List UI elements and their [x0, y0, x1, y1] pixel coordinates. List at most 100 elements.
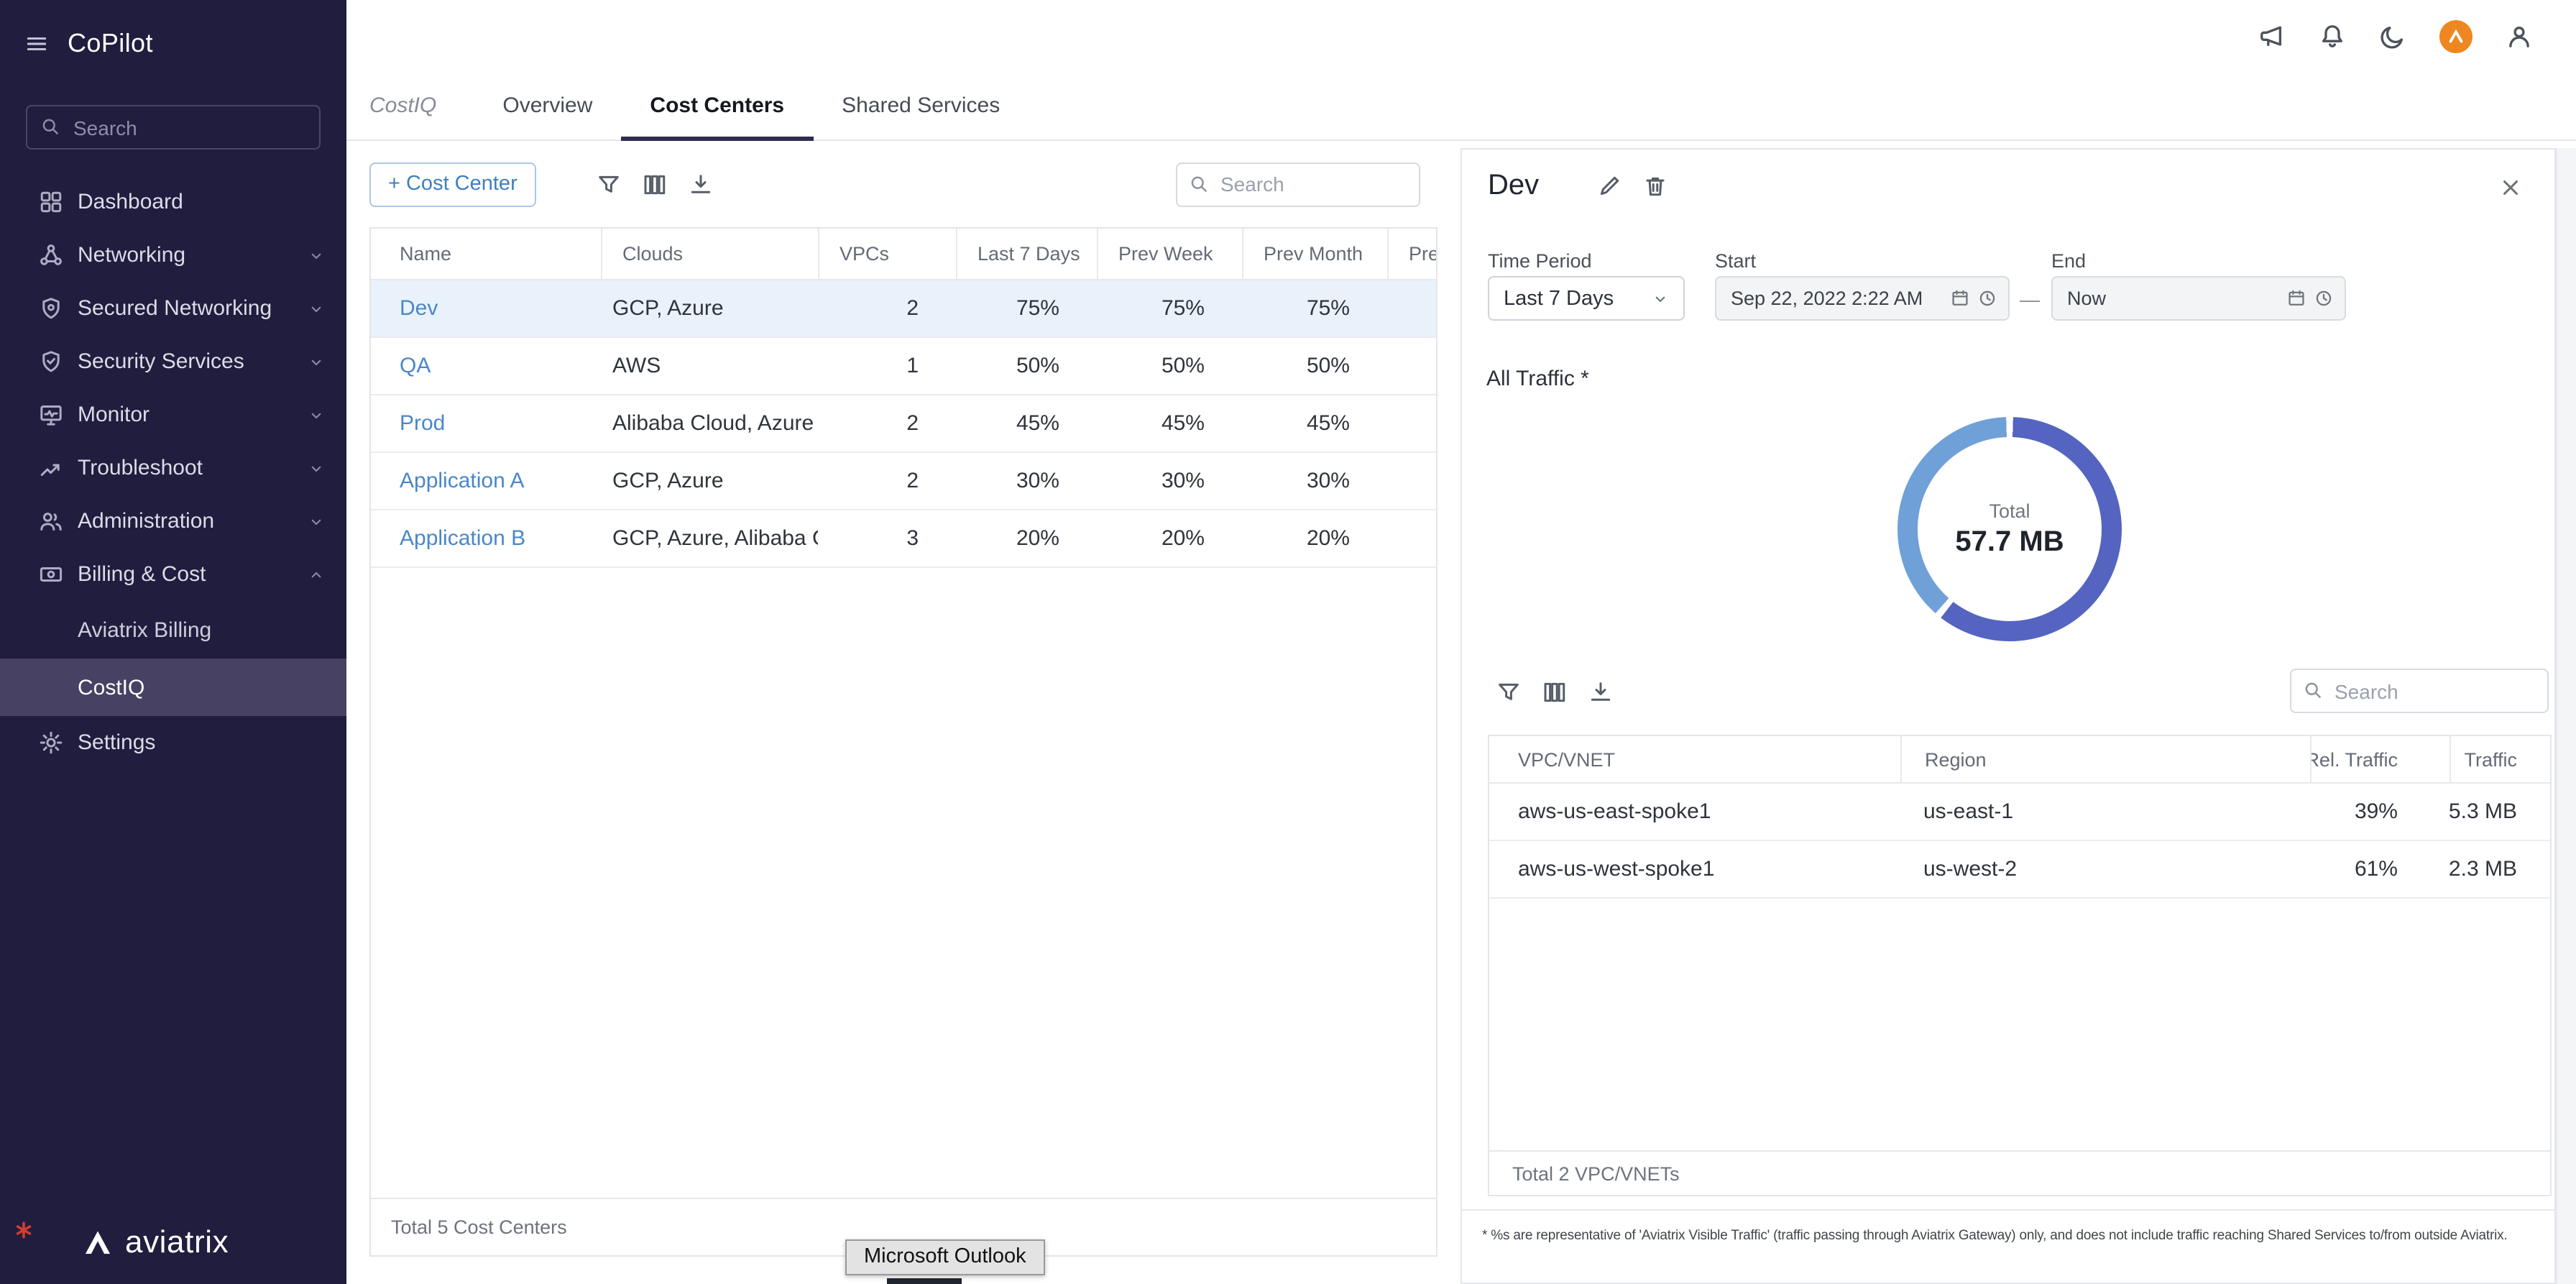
cost-center-link[interactable]: QA	[400, 354, 431, 378]
sidebar-item-networking[interactable]: Networking	[0, 229, 346, 282]
table-row-application-a[interactable]: Application A GCP, Azure 2 30% 30% 30%	[371, 453, 1436, 510]
clock-icon[interactable]	[2314, 289, 2333, 308]
sidebar-header: CoPilot	[0, 0, 346, 86]
vpc-row-us-west[interactable]: aws-us-west-spoke1 us-west-2 61% 22.3 MB	[1489, 841, 2550, 899]
sidebar-item-billing-cost[interactable]: Billing & Cost	[0, 548, 346, 601]
column-header-name[interactable]: Name	[371, 229, 601, 279]
megaphone-icon[interactable]	[2258, 22, 2286, 50]
tab-shared-services[interactable]: Shared Services	[813, 72, 1029, 139]
table-empty-space	[371, 568, 1436, 1198]
user-profile-icon[interactable]	[2506, 22, 2533, 50]
cell-last7: 20%	[956, 510, 1097, 567]
column-header-vpc[interactable]: VPC/VNET	[1489, 736, 1900, 782]
cost-center-link[interactable]: Prod	[400, 411, 445, 436]
cell-prev-month: 20%	[1242, 510, 1387, 567]
hamburger-menu-icon[interactable]	[24, 31, 49, 55]
cell-prev-week: 50%	[1097, 338, 1242, 394]
cell-clouds: AWS	[601, 338, 818, 394]
calendar-icon[interactable]	[2287, 289, 2306, 308]
column-header-region[interactable]: Region	[1900, 736, 2310, 782]
table-row-prod[interactable]: Prod Alibaba Cloud, Azure 2 45% 45% 45%	[371, 395, 1436, 453]
column-header-vpcs[interactable]: VPCs	[818, 229, 956, 279]
add-cost-center-button[interactable]: + Cost Center	[369, 162, 536, 206]
sidebar-item-aviatrix-billing[interactable]: Aviatrix Billing	[0, 601, 346, 659]
sidebar: CoPilot Dashboard Networking Secured Net…	[0, 0, 346, 1284]
sidebar-item-troubleshoot[interactable]: Troubleshoot	[0, 441, 346, 495]
end-datetime-input[interactable]: Now	[2051, 276, 2346, 321]
column-header-traffic[interactable]: Traffic	[2450, 736, 2550, 782]
cell-traffic: 35.3 MB	[2450, 784, 2550, 840]
aviatrix-logo-mark	[80, 1225, 115, 1260]
aviatrix-orange-badge-icon[interactable]	[2439, 19, 2472, 52]
filter-icon[interactable]	[1496, 680, 1521, 705]
donut-total-value: 57.7 MB	[1955, 526, 2064, 559]
sidebar-item-settings[interactable]: Settings	[0, 716, 346, 769]
chevron-down-icon	[308, 406, 325, 423]
cost-center-link[interactable]: Application B	[400, 526, 525, 551]
clock-icon[interactable]	[1978, 289, 1997, 308]
os-tooltip: Microsoft Outlook	[845, 1239, 1045, 1275]
chevron-down-icon	[308, 459, 325, 477]
tab-label: Cost Centers	[650, 93, 784, 118]
search-icon	[1189, 173, 1209, 193]
column-header-rel-traffic[interactable]: Rel. Traffic	[2310, 736, 2450, 782]
download-icon[interactable]	[1588, 680, 1613, 705]
time-period-select[interactable]: Last 7 Days	[1488, 276, 1685, 321]
column-header-prev[interactable]: Prev	[1387, 229, 1436, 279]
cost-centers-table-header: Name Clouds VPCs Last 7 Days Prev Week P…	[371, 229, 1436, 280]
sidebar-item-monitor[interactable]: Monitor	[0, 388, 346, 441]
column-header-clouds[interactable]: Clouds	[601, 229, 818, 279]
cost-centers-search-input[interactable]	[1176, 162, 1420, 206]
scrollbar-track[interactable]	[2556, 148, 2576, 1284]
column-header-prev-month[interactable]: Prev Month	[1242, 229, 1387, 279]
sidebar-search-input[interactable]	[26, 105, 321, 150]
calendar-icon[interactable]	[1951, 289, 1969, 308]
cost-center-detail-panel: Dev Time Period Start End Last 7 Days Se…	[1460, 148, 2556, 1284]
cell-clouds: Alibaba Cloud, Azure	[601, 395, 818, 451]
traffic-footnote: * %s are representative of 'Aviatrix Vis…	[1462, 1209, 2554, 1283]
sidebar-item-costiq[interactable]: CostIQ	[0, 659, 346, 716]
table-row-dev[interactable]: Dev GCP, Azure 2 75% 75% 75%	[371, 280, 1436, 338]
cost-center-link[interactable]: Application A	[400, 469, 524, 493]
delete-trash-icon[interactable]	[1642, 174, 1667, 198]
billing-icon	[37, 562, 63, 587]
moon-icon[interactable]	[2379, 22, 2406, 50]
chevron-down-icon	[308, 300, 325, 317]
columns-icon[interactable]	[1542, 680, 1567, 705]
table-row-application-b[interactable]: Application B GCP, Azure, Alibaba C 3 20…	[371, 510, 1436, 568]
detail-header: Dev	[1488, 170, 1667, 203]
cost-center-link[interactable]: Dev	[400, 296, 438, 321]
table-row-qa[interactable]: QA AWS 1 50% 50% 50%	[371, 338, 1436, 395]
tab-overview[interactable]: Overview	[474, 72, 621, 139]
sidebar-search	[26, 105, 321, 150]
vpc-row-us-east[interactable]: aws-us-east-spoke1 us-east-1 39% 35.3 MB	[1489, 784, 2550, 841]
start-datetime-input[interactable]: Sep 22, 2022 2:22 AM	[1715, 276, 2010, 321]
filter-icon[interactable]	[597, 172, 621, 196]
chevron-down-icon	[1652, 290, 1669, 307]
edit-pencil-icon[interactable]	[1596, 174, 1621, 198]
chevron-down-icon	[308, 247, 325, 264]
cell-vpcs: 3	[818, 510, 956, 567]
vpc-search-input[interactable]	[2290, 669, 2549, 713]
cell-prev-month: 30%	[1242, 453, 1387, 509]
tab-cost-centers[interactable]: Cost Centers	[621, 72, 813, 139]
vpc-table: VPC/VNET Region Rel. Traffic Traffic aws…	[1488, 735, 2552, 1196]
close-icon[interactable]	[2498, 175, 2523, 200]
traffic-donut-chart[interactable]: Total 57.7 MB	[1898, 417, 2122, 641]
start-value: Sep 22, 2022 2:22 AM	[1731, 288, 1942, 309]
vpc-table-search	[2290, 669, 2549, 713]
sidebar-item-administration[interactable]: Administration	[0, 495, 346, 548]
cell-rel-traffic: 39%	[2310, 784, 2450, 840]
column-header-prev-week[interactable]: Prev Week	[1097, 229, 1242, 279]
sidebar-item-secured-networking[interactable]: Secured Networking	[0, 282, 346, 335]
download-icon[interactable]	[689, 172, 713, 196]
vpc-table-footer: Total 2 VPC/VNETs	[1489, 1150, 2550, 1195]
sidebar-nav: Dashboard Networking Secured Networking …	[0, 175, 346, 769]
column-header-last7[interactable]: Last 7 Days	[956, 229, 1097, 279]
time-period-label: Time Period	[1488, 250, 1592, 272]
sidebar-item-dashboard[interactable]: Dashboard	[0, 175, 346, 229]
sidebar-item-security-services[interactable]: Security Services	[0, 335, 346, 388]
topbar	[346, 0, 2576, 72]
bell-icon[interactable]	[2319, 22, 2346, 50]
columns-icon[interactable]	[643, 172, 667, 196]
